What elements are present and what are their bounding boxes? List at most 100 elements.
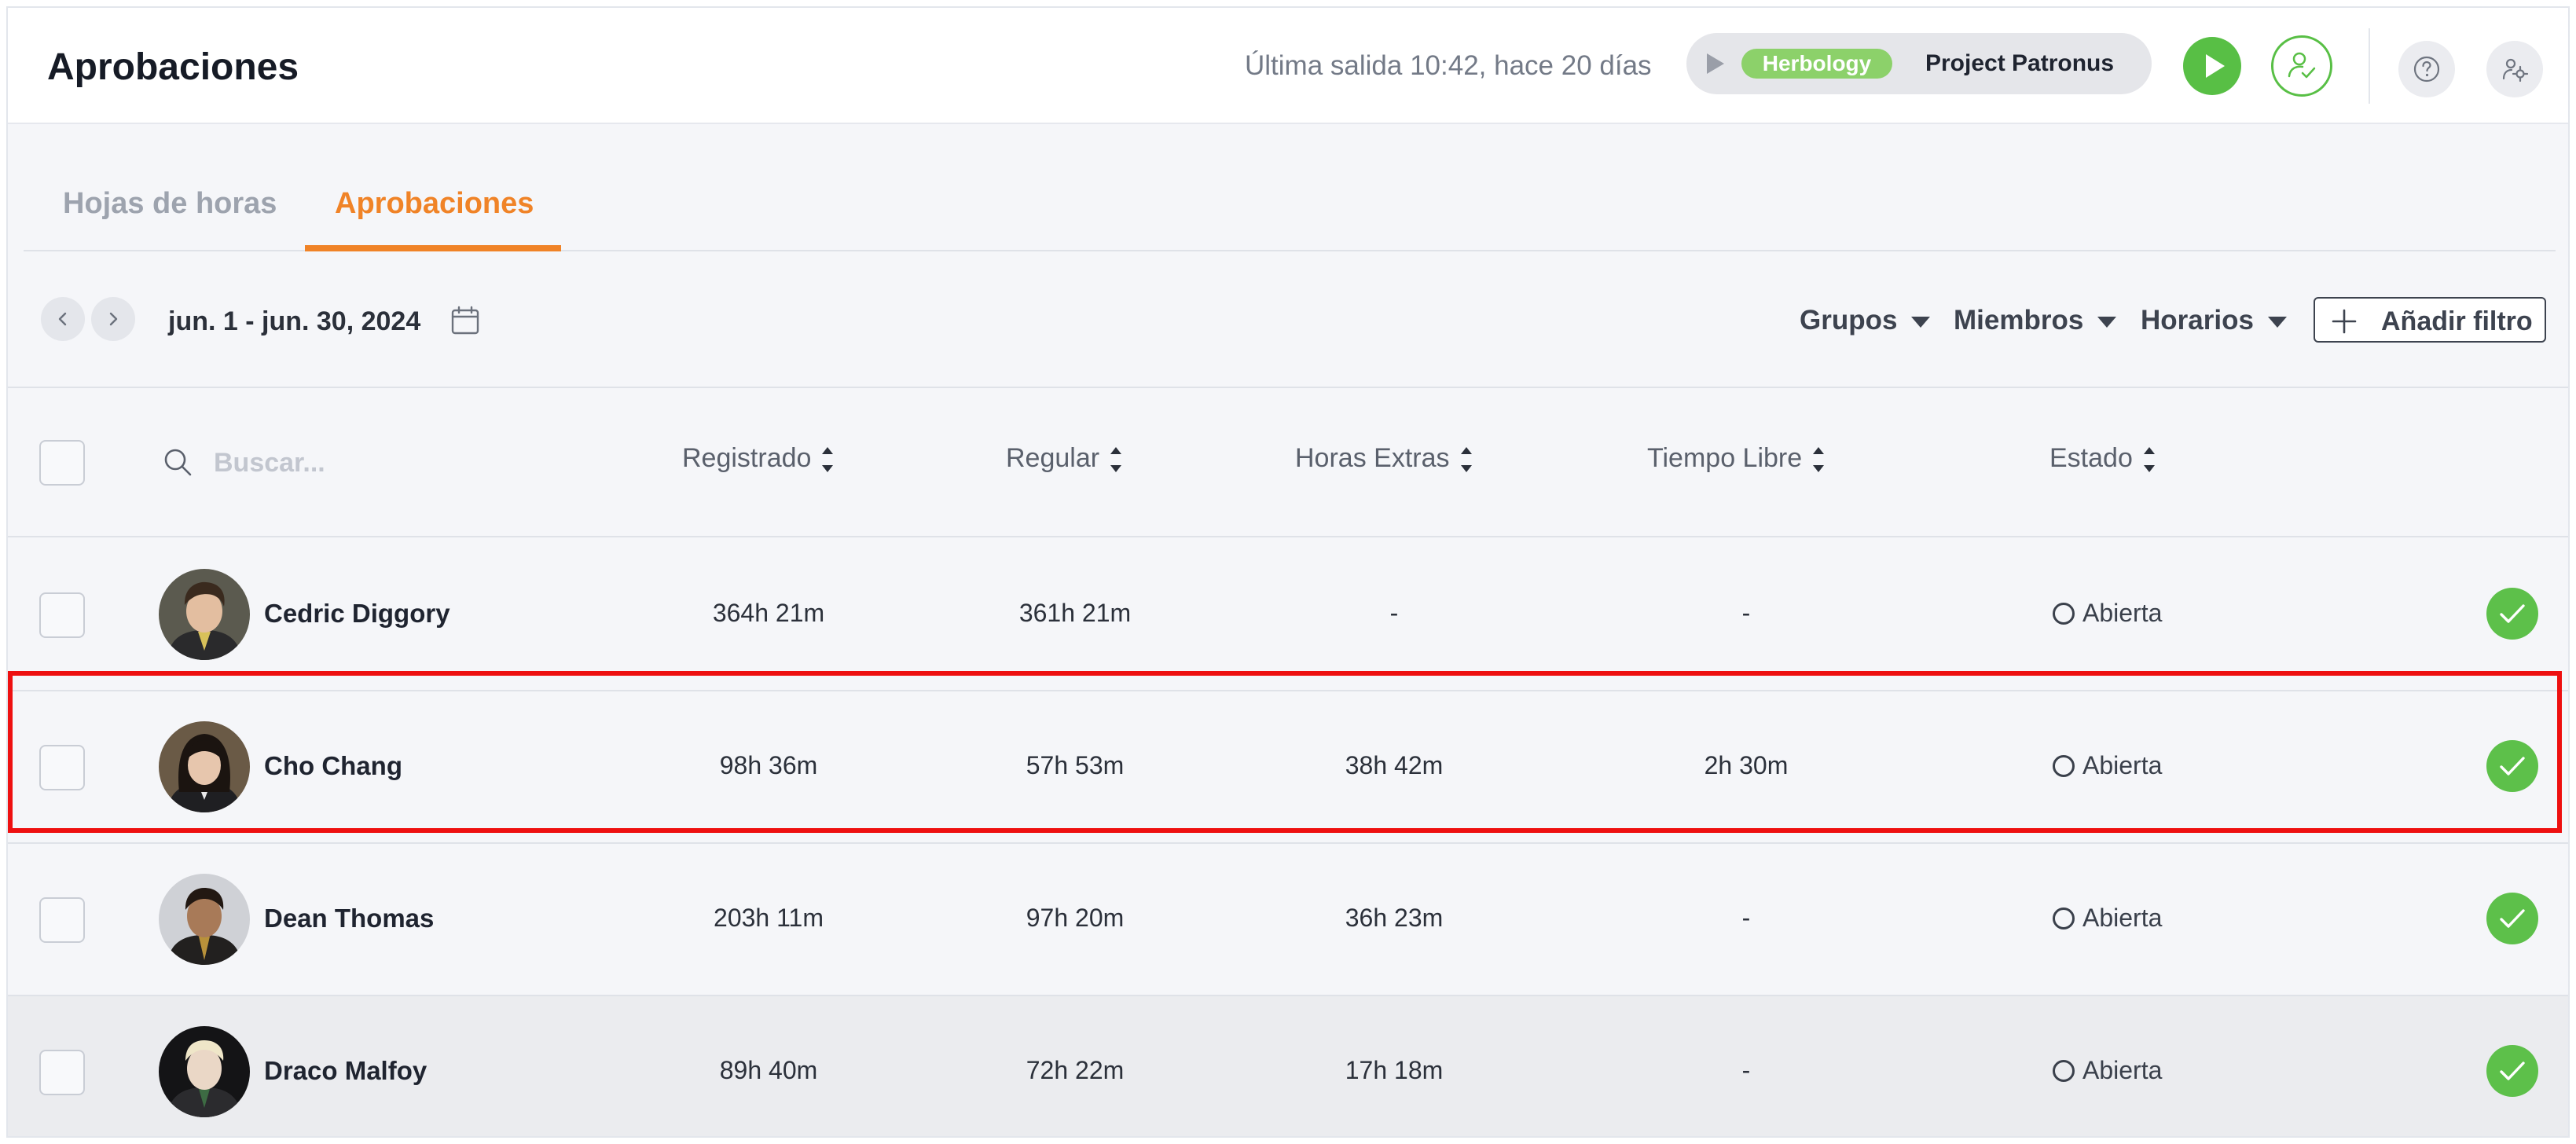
column-status-label: Estado — [2049, 443, 2133, 473]
select-all-checkbox[interactable] — [39, 440, 85, 486]
check-icon — [2500, 604, 2525, 623]
registered-cell: 89h 40m — [719, 1056, 818, 1084]
header-divider — [2369, 28, 2370, 104]
table-row[interactable]: Cho Chang 98h 36m 57h 53m 38h 42m 2h 30m… — [8, 691, 2568, 844]
regular-cell: 361h 21m — [1018, 599, 1132, 627]
tab-timesheets[interactable]: Hojas de horas — [63, 187, 277, 221]
filter-toolbar: jun. 1 - jun. 30, 2024 Grupos Miembros H… — [8, 253, 2568, 388]
registered-cell: 203h 11m — [714, 904, 824, 932]
member-name[interactable]: Cedric Diggory — [264, 599, 450, 629]
status-label: Abierta — [2082, 751, 2163, 779]
approve-button[interactable] — [2486, 893, 2538, 944]
page-title: Aprobaciones — [47, 46, 299, 88]
overtime-cell: 38h 42m — [1345, 751, 1444, 779]
row-checkbox[interactable] — [39, 592, 85, 638]
status-label: Abierta — [2082, 904, 2163, 932]
member-name[interactable]: Dean Thomas — [264, 904, 434, 933]
avatar — [159, 569, 250, 660]
caret-down-icon — [1911, 316, 1931, 328]
column-registered[interactable]: Registrado — [682, 443, 834, 475]
open-circle-icon — [2053, 908, 2075, 930]
approve-button[interactable] — [2486, 588, 2538, 640]
next-period-button[interactable] — [91, 297, 135, 341]
regular-cell: 57h 53m — [1026, 751, 1125, 779]
timeoff-cell: - — [1741, 599, 1751, 627]
overtime-cell: 17h 18m — [1345, 1056, 1444, 1084]
status-label: Abierta — [2082, 1056, 2163, 1084]
avatar — [159, 874, 250, 965]
approve-button[interactable] — [2486, 740, 2538, 792]
overtime-cell: - — [1389, 599, 1399, 627]
active-tab-indicator — [305, 245, 561, 251]
sort-icon — [1110, 444, 1122, 475]
members-filter[interactable]: Miembros — [1954, 305, 2117, 336]
open-circle-icon — [2053, 603, 2075, 625]
members-filter-label: Miembros — [1954, 305, 2084, 336]
table-row[interactable]: Dean Thomas 203h 11m 97h 20m 36h 23m - A… — [8, 844, 2568, 996]
start-timer-button[interactable] — [2183, 37, 2241, 95]
table-row[interactable]: Draco Malfoy 89h 40m 72h 22m 17h 18m - A… — [8, 996, 2568, 1136]
previous-period-button[interactable] — [41, 297, 85, 341]
status-badge: Abierta — [2053, 904, 2162, 933]
caret-down-icon — [2267, 316, 2287, 328]
schedules-filter-label: Horarios — [2141, 305, 2254, 336]
approve-button[interactable] — [2486, 1045, 2538, 1097]
column-timeoff[interactable]: Tiempo Libre — [1647, 443, 1825, 475]
open-circle-icon — [2053, 1060, 2075, 1082]
table-header: Registrado Regular Horas Extras Tiempo L… — [8, 388, 2568, 537]
groups-filter[interactable]: Grupos — [1800, 305, 1931, 336]
check-icon — [2500, 757, 2525, 776]
app-window: Aprobaciones Última salida 10:42, hace 2… — [6, 6, 2570, 1138]
member-name[interactable]: Cho Chang — [264, 751, 402, 781]
member-name[interactable]: Draco Malfoy — [264, 1056, 427, 1086]
row-checkbox[interactable] — [39, 1050, 85, 1095]
timer-project: Project Patronus — [1925, 50, 2115, 76]
column-overtime[interactable]: Horas Extras — [1295, 443, 1472, 475]
chevron-right-icon — [109, 312, 118, 326]
column-regular[interactable]: Regular — [1006, 443, 1122, 475]
status-label: Abierta — [2082, 599, 2163, 627]
column-timeoff-label: Tiempo Libre — [1647, 443, 1803, 473]
tab-bar: Hojas de horas Aprobaciones — [24, 124, 2556, 251]
table-row[interactable]: Cedric Diggory 364h 21m 361h 21m - - Abi… — [8, 539, 2568, 691]
add-filter-label: Añadir filtro — [2381, 306, 2533, 336]
groups-filter-label: Grupos — [1800, 305, 1898, 336]
add-filter-button[interactable]: Añadir filtro — [2314, 297, 2546, 343]
overtime-cell: 36h 23m — [1345, 904, 1444, 932]
settings-button[interactable] — [2486, 41, 2543, 97]
status-badge: Abierta — [2053, 751, 2162, 780]
timeoff-cell: - — [1741, 904, 1751, 932]
column-regular-label: Regular — [1006, 443, 1100, 473]
search-input[interactable] — [214, 443, 512, 482]
column-overtime-label: Horas Extras — [1295, 443, 1450, 473]
column-status[interactable]: Estado — [2049, 443, 2155, 475]
regular-cell: 97h 20m — [1026, 904, 1125, 932]
column-registered-label: Registrado — [682, 443, 812, 473]
schedules-filter[interactable]: Horarios — [2141, 305, 2287, 336]
timer-pill[interactable]: Herbology Project Patronus — [1686, 33, 2152, 94]
row-checkbox[interactable] — [39, 897, 85, 943]
status-badge: Abierta — [2053, 1056, 2162, 1085]
approve-user-icon — [2288, 52, 2316, 79]
tab-approvals[interactable]: Aprobaciones — [335, 187, 534, 221]
regular-cell: 72h 22m — [1026, 1056, 1125, 1084]
avatar — [159, 721, 250, 812]
date-range[interactable]: jun. 1 - jun. 30, 2024 — [168, 306, 420, 337]
sort-icon — [822, 444, 834, 475]
play-small-icon[interactable] — [1707, 53, 1724, 74]
calendar-icon[interactable] — [450, 305, 481, 336]
row-checkbox[interactable] — [39, 745, 85, 790]
search-icon — [164, 449, 192, 476]
sort-icon — [2143, 444, 2155, 475]
chevron-left-icon — [58, 312, 67, 326]
help-button[interactable] — [2398, 41, 2455, 97]
registered-cell: 364h 21m — [712, 599, 825, 627]
status-badge: Abierta — [2053, 599, 2162, 628]
plus-icon — [2332, 309, 2357, 334]
check-icon — [2500, 909, 2525, 928]
open-circle-icon — [2053, 755, 2075, 777]
avatar — [159, 1026, 250, 1117]
check-icon — [2500, 1062, 2525, 1080]
last-exit-text: Última salida 10:42, hace 20 días — [1245, 50, 1652, 81]
approve-user-button[interactable] — [2271, 35, 2332, 97]
